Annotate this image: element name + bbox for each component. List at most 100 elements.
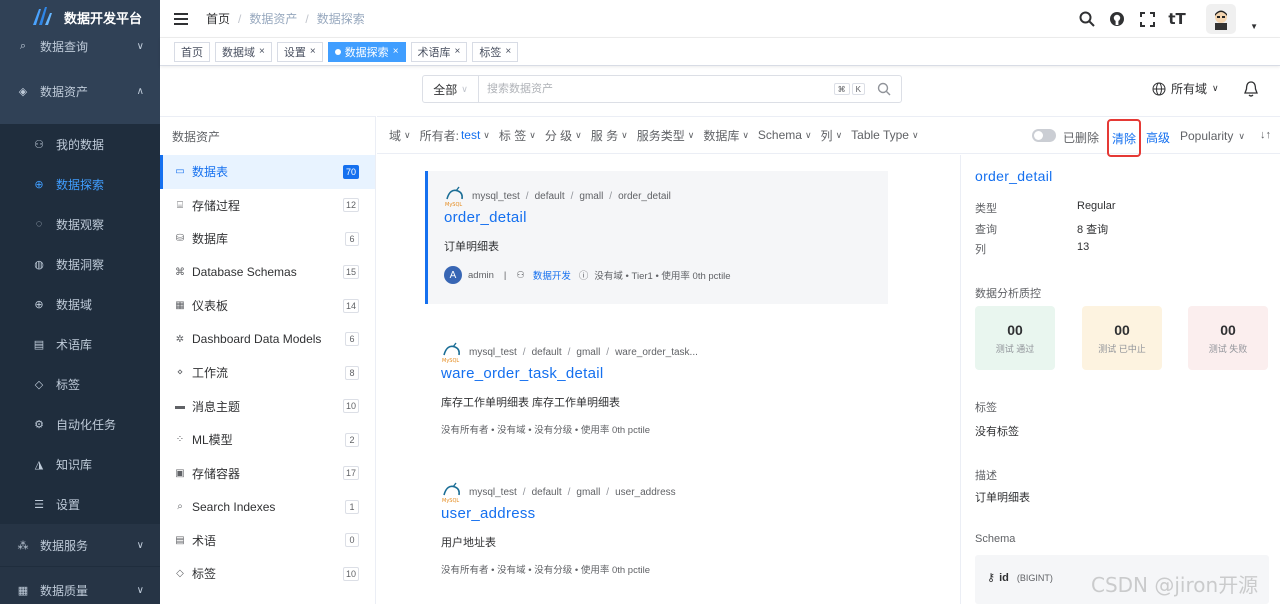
filter-dropdown-9[interactable]: Table Type ∨ xyxy=(851,128,918,142)
chevron-down-icon: ∨ xyxy=(461,83,468,94)
filter-dropdown-7[interactable]: Schema ∨ xyxy=(758,128,812,142)
font-size-icon[interactable]: tT xyxy=(1168,10,1186,28)
mysql-icon: MySQL xyxy=(441,341,463,364)
app-logo[interactable]: 数据开发平台 xyxy=(0,0,160,34)
sidebar-item-4[interactable]: ◌ 数据观察 xyxy=(0,204,160,244)
filter-dropdown-4[interactable]: 服 务 ∨ xyxy=(591,127,628,144)
sidebar-item-3[interactable]: ⊕ 数据探索 xyxy=(0,164,160,204)
team-link[interactable]: 数据开发 xyxy=(533,268,571,282)
tab-1[interactable]: 数据域 × xyxy=(215,41,272,62)
close-icon[interactable]: × xyxy=(455,46,461,57)
sidebar-item-1[interactable]: ◈ 数据资产 ∧ xyxy=(0,58,160,124)
owner-avatar[interactable]: A xyxy=(444,266,462,284)
quality-stat-box[interactable]: 00 测试 失败 xyxy=(1188,306,1268,370)
github-icon[interactable] xyxy=(1108,10,1126,28)
path-segment[interactable]: mysql_test xyxy=(469,487,517,498)
filter-dropdown-8[interactable]: 列 ∨ xyxy=(821,127,843,144)
search-input[interactable] xyxy=(479,77,834,101)
path-segment[interactable]: mysql_test xyxy=(472,191,520,202)
search-scope-select[interactable]: 全部 ∨ xyxy=(423,76,479,102)
asset-type-item[interactable]: ⛁ 数据库 6 xyxy=(160,222,375,256)
clear-filters-button[interactable]: 清除 xyxy=(1107,119,1141,157)
details-label-queries: 查询 xyxy=(975,224,997,236)
filter-dropdown-1[interactable]: 所有者: test ∨ xyxy=(420,127,490,144)
sort-select[interactable]: Popularity ∨ xyxy=(1180,129,1245,143)
asset-type-item[interactable]: ▦ 仪表板 14 xyxy=(160,289,375,323)
hamburger-icon[interactable] xyxy=(174,12,188,25)
tab-3[interactable]: 数据探索 × xyxy=(327,41,406,62)
search-index-icon: ⌕ xyxy=(177,501,183,513)
path-segment[interactable]: default xyxy=(532,347,562,358)
user-avatar[interactable] xyxy=(1206,4,1237,34)
asset-type-item[interactable]: ⌘ Database Schemas 15 xyxy=(160,256,375,290)
asset-type-item[interactable]: ⋄ 工作流 8 xyxy=(160,356,375,390)
path-segment[interactable]: order_detail xyxy=(618,191,671,202)
tab-0[interactable]: 首页 xyxy=(174,41,210,62)
close-icon[interactable]: × xyxy=(310,46,316,57)
asset-type-item[interactable]: ⌕ Search Indexes 1 xyxy=(160,490,375,524)
asset-type-item[interactable]: ◇ 标签 10 xyxy=(160,557,375,591)
show-deleted-toggle[interactable] xyxy=(1032,129,1056,142)
asset-type-item[interactable]: ✲ Dashboard Data Models 6 xyxy=(160,323,375,357)
close-icon[interactable]: × xyxy=(505,46,511,57)
search-icon[interactable] xyxy=(1078,10,1096,28)
close-icon[interactable]: × xyxy=(393,46,399,57)
chevron-down-icon: ∨ xyxy=(911,129,919,140)
sidebar-item-10[interactable]: ◮ 知识库 xyxy=(0,444,160,484)
path-segment[interactable]: default xyxy=(535,191,565,202)
details-title[interactable]: order_detail xyxy=(975,168,1053,184)
bell-icon[interactable] xyxy=(1243,80,1259,98)
filter-dropdown-3[interactable]: 分 级 ∨ xyxy=(545,127,582,144)
asset-type-item[interactable]: ▬ 消息主题 10 xyxy=(160,390,375,424)
sidebar-item-0[interactable]: ⌕ 数据查询 ∨ xyxy=(0,34,160,58)
search-result-card[interactable]: MySQL mysql_test / default / gmall / ware_order… xyxy=(425,327,888,437)
result-title[interactable]: ware_order_task_detail xyxy=(441,365,888,382)
sidebar-item-13[interactable]: ▦ 数据质量 ∨ xyxy=(0,566,160,604)
result-title[interactable]: order_detail xyxy=(444,209,888,226)
asset-type-item[interactable]: ⌸ 存储过程 12 xyxy=(160,189,375,223)
quality-stat-box[interactable]: 00 测试 通过 xyxy=(975,306,1055,370)
path-segment[interactable]: gmall xyxy=(576,347,600,358)
search-submit-icon[interactable] xyxy=(877,82,891,96)
filter-dropdown-6[interactable]: 数据库 ∨ xyxy=(703,127,749,144)
tab-5[interactable]: 标签 × xyxy=(472,41,519,62)
sidebar-item-7[interactable]: ▤ 术语库 xyxy=(0,324,160,364)
breadcrumb-home[interactable]: 首页 xyxy=(206,10,230,27)
avatar-dropdown-icon[interactable]: ▼ xyxy=(1250,22,1258,31)
sidebar-item-11[interactable]: ☰ 设置 xyxy=(0,484,160,524)
tab-2[interactable]: 设置 × xyxy=(276,41,323,62)
asset-type-item[interactable]: ▤ 术语 0 xyxy=(160,524,375,558)
path-segment[interactable]: mysql_test xyxy=(469,347,517,358)
sidebar-item-6[interactable]: ⊕ 数据域 xyxy=(0,284,160,324)
asset-type-item[interactable]: ▭ 数据表 70 xyxy=(160,155,375,189)
service-icon: ⁂ xyxy=(17,539,29,552)
path-segment[interactable]: gmall xyxy=(576,487,600,498)
owner-name[interactable]: admin xyxy=(468,270,494,281)
asset-type-item[interactable]: ▣ 存储容器 17 xyxy=(160,457,375,491)
result-title[interactable]: user_address xyxy=(441,505,888,522)
path-segment[interactable]: default xyxy=(532,487,562,498)
breadcrumb-parent[interactable]: 数据资产 xyxy=(249,10,297,27)
quality-stat-box[interactable]: 00 测试 已中止 xyxy=(1082,306,1162,370)
filter-dropdown-2[interactable]: 标 签 ∨ xyxy=(499,127,536,144)
asset-type-item[interactable]: ⁘ ML模型 2 xyxy=(160,423,375,457)
filter-dropdown-5[interactable]: 服务类型 ∨ xyxy=(637,127,695,144)
search-result-card[interactable]: MySQL mysql_test / default / gmall / order_deta… xyxy=(425,171,888,304)
sidebar-item-12[interactable]: ⁂ 数据服务 ∨ xyxy=(0,524,160,566)
search-result-card[interactable]: MySQL mysql_test / default / gmall / user_addre… xyxy=(425,467,888,577)
sidebar-item-8[interactable]: ◇ 标签 xyxy=(0,364,160,404)
advanced-search-button[interactable]: 高级 xyxy=(1146,129,1170,146)
sidebar-item-5[interactable]: ◍ 数据洞察 xyxy=(0,244,160,284)
filter-dropdown-0[interactable]: 域 ∨ xyxy=(389,127,411,144)
path-segment[interactable]: gmall xyxy=(579,191,603,202)
asset-type-label: 存储过程 xyxy=(192,198,241,213)
sidebar-item-9[interactable]: ⚙ 自动化任务 xyxy=(0,404,160,444)
sidebar-item-2[interactable]: ⚇ 我的数据 xyxy=(0,124,160,164)
path-segment[interactable]: ware_order_task... xyxy=(615,347,698,358)
fullscreen-icon[interactable] xyxy=(1138,10,1156,28)
close-icon[interactable]: × xyxy=(259,46,265,57)
path-segment[interactable]: user_address xyxy=(615,487,676,498)
domain-select[interactable]: 所有域 ∨ xyxy=(1152,80,1219,97)
sort-order-icon[interactable]: ↓↑ xyxy=(1260,129,1271,141)
tab-4[interactable]: 术语库 × xyxy=(410,41,468,62)
